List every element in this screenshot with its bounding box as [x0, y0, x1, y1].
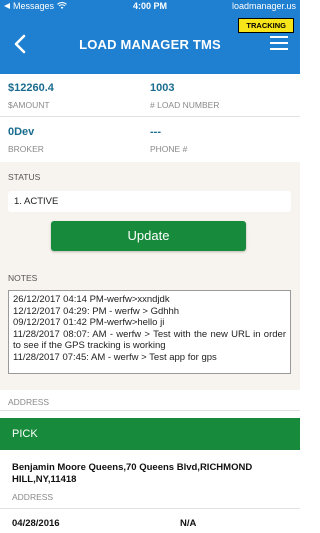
- note-line: 11/28/2017 07:45: AM - werfw > Test app …: [13, 351, 217, 363]
- tracking-badge: TRACKING: [238, 18, 294, 33]
- app-header: LOAD MANAGER TMS TRACKING: [0, 14, 300, 74]
- address-label: ADDRESS: [8, 397, 50, 407]
- notes-label: NOTES: [8, 273, 38, 283]
- update-button[interactable]: Update: [51, 221, 246, 251]
- pick-address-label: ADDRESS: [12, 492, 54, 502]
- divider: [0, 410, 300, 411]
- pick-extra-value: N/A: [180, 518, 197, 529]
- status-label: STATUS: [8, 172, 41, 182]
- hamburger-menu-icon: [270, 36, 288, 38]
- note-line: 26/12/2017 04:14 PM-werfw>xxndjdk: [13, 294, 170, 305]
- note-line: 09/12/2017 01:42 PM-werfw>hello ji: [13, 317, 165, 329]
- broker-label: BROKER: [8, 144, 44, 154]
- notes-textarea[interactable]: 26/12/2017 04:14 PM-werfw>xxndjdk 12/12/…: [8, 290, 291, 374]
- hamburger-line: [270, 42, 288, 44]
- status-select[interactable]: 1. ACTIVE: [8, 191, 291, 212]
- load-number-value: 1003: [150, 82, 175, 94]
- divider: [0, 116, 300, 117]
- page-title: LOAD MANAGER TMS: [79, 37, 221, 52]
- broker-value: 0Dev: [8, 126, 35, 138]
- pick-section-header[interactable]: PICK: [0, 418, 300, 450]
- pick-address: Benjamin Moore Queens,70 Queens Blvd,RIC…: [12, 462, 253, 485]
- hamburger-line: [270, 48, 288, 50]
- phone-label: PHONE #: [150, 144, 188, 154]
- note-line: 12/12/2017 04:29: PM - werfw > Gdhhh: [13, 305, 180, 317]
- url-label: loadmanager.us: [231, 1, 296, 11]
- load-number-field: 1003 # LOAD NUMBER: [150, 82, 300, 124]
- amount-value: $12260.4: [8, 82, 54, 94]
- amount-label: $AMOUNT: [8, 100, 50, 110]
- pick-date: 04/28/2016: [12, 518, 60, 529]
- amount-field: $12260.4 $AMOUNT: [8, 82, 158, 124]
- status-bar: Messages 4:00 PM loadmanager.us: [0, 0, 300, 14]
- note-line: 11/28/2017 08:07: AM - werfw > Test with…: [13, 328, 286, 352]
- menu-button[interactable]: [270, 36, 288, 50]
- divider: [0, 508, 300, 509]
- load-number-label: # LOAD NUMBER: [150, 100, 220, 110]
- phone-value: ---: [150, 126, 161, 138]
